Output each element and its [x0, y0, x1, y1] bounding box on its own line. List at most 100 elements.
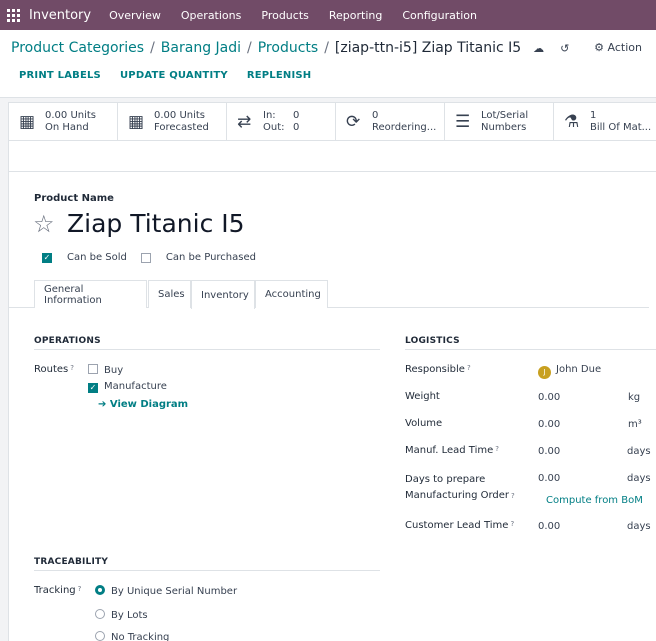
manuf-lead-time-field[interactable]: 0.00 [538, 446, 560, 457]
can-be-purchased-checkbox[interactable] [140, 252, 151, 263]
days-to-prepare-label: Days to prepare Manufacturing Order? [405, 474, 515, 501]
on-hand-value: 0.00 Units [45, 109, 97, 121]
print-labels-button[interactable]: PRINT LABELS [19, 70, 101, 81]
weight-label: Weight [405, 391, 440, 402]
compute-from-bom-button[interactable]: Compute from BoM [546, 495, 643, 506]
breadcrumb: Product Categories / Barang Jadi / Produ… [11, 40, 569, 56]
breadcrumb-item-categories[interactable]: Product Categories [11, 40, 144, 56]
volume-field[interactable]: 0.00 [538, 419, 560, 430]
breadcrumb-separator: / [150, 40, 155, 56]
traceability-title: TRACEABILITY [34, 557, 109, 567]
customer-lead-time-field[interactable]: 0.00 [538, 521, 560, 532]
help-icon[interactable]: ? [70, 364, 74, 372]
top-navbar: Inventory Overview Operations Products R… [0, 0, 656, 30]
reordering-stat-button[interactable]: ⟳ 0 Reordering... [336, 103, 445, 140]
days-to-prepare-field[interactable]: 0.00 [538, 473, 560, 484]
help-icon[interactable]: ? [495, 445, 499, 453]
reorder-label: Reordering... [372, 121, 437, 133]
menu-configuration[interactable]: Configuration [402, 9, 477, 22]
lot-serial-stat-button[interactable]: ☰ Lot/Serial Numbers [445, 103, 554, 140]
replenish-button[interactable]: REPLENISH [247, 70, 312, 81]
out-value: 0 [293, 121, 300, 133]
route-manufacture-option: ✓ Manufacture [88, 381, 167, 393]
help-icon[interactable]: ? [511, 492, 515, 500]
favorite-star-icon[interactable]: ☆ [33, 210, 67, 238]
menu-operations[interactable]: Operations [181, 9, 241, 22]
customer-lead-time-label: Customer Lead Time? [405, 520, 515, 531]
help-icon[interactable]: ? [510, 520, 514, 528]
tracking-option-lots[interactable]: By Lots [95, 609, 148, 621]
operations-divider [34, 349, 380, 350]
can-be-sold-checkbox[interactable]: ✓ [42, 252, 52, 263]
volume-unit: m³ [628, 419, 642, 430]
bom-stat-button[interactable]: ⚗ 1 Bill Of Mat... [554, 103, 656, 140]
tab-accounting[interactable]: Accounting [255, 280, 328, 308]
breadcrumb-separator: / [247, 40, 252, 56]
discard-icon[interactable]: ↺ [560, 42, 569, 55]
control-panel: Product Categories / Barang Jadi / Produ… [0, 30, 656, 98]
menu-reporting[interactable]: Reporting [329, 9, 382, 22]
product-name-label: Product Name [34, 193, 114, 204]
tab-general-information[interactable]: General Information [34, 280, 147, 308]
route-buy-label: Buy [104, 365, 124, 376]
product-name-field[interactable]: Ziap Titanic I5 [67, 209, 245, 238]
on-hand-label: On Hand [45, 121, 89, 133]
forecasted-stat-button[interactable]: ▦ 0.00 Units Forecasted [118, 103, 227, 140]
view-diagram-link[interactable]: ➔ View Diagram [98, 399, 188, 410]
smart-buttons: ▦ 0.00 Units On Hand ▦ 0.00 Units Forecast… [9, 103, 656, 141]
tracking-label: Tracking? [34, 585, 82, 596]
radio-icon [95, 631, 105, 641]
cubes-icon: ▦ [19, 111, 36, 132]
responsible-field[interactable]: J John Due [538, 364, 601, 379]
status-banner [9, 141, 656, 172]
route-buy-option: Buy [88, 364, 123, 376]
routes-label: Routes? [34, 364, 74, 375]
weight-field[interactable]: 0.00 [538, 392, 560, 403]
menu-overview[interactable]: Overview [109, 9, 161, 22]
exchange-icon: ⇄ [237, 111, 252, 132]
apps-menu-icon[interactable] [7, 8, 29, 22]
tracking-option-serial[interactable]: By Unique Serial Number [95, 585, 237, 597]
responsible-label: Responsible? [405, 364, 471, 375]
logistics-title: LOGISTICS [405, 336, 460, 346]
breadcrumb-separator: / [324, 40, 329, 56]
update-quantity-button[interactable]: UPDATE QUANTITY [120, 70, 228, 81]
action-menu-button[interactable]: ⚙ Action [594, 41, 642, 54]
action-label: Action [607, 41, 642, 54]
logistics-divider [405, 349, 656, 350]
tracking-option-none[interactable]: No Tracking [95, 631, 169, 641]
out-label: Out: [263, 121, 285, 133]
breadcrumb-current: [ziap-ttn-i5] Ziap Titanic I5 [334, 40, 522, 56]
route-manufacture-checkbox[interactable]: ✓ [88, 382, 98, 393]
on-hand-stat-button[interactable]: ▦ 0.00 Units On Hand [9, 103, 118, 140]
help-icon[interactable]: ? [78, 585, 82, 593]
lot-line1: Lot/Serial [481, 109, 529, 121]
forecast-label: Forecasted [154, 121, 209, 133]
operations-title: OPERATIONS [34, 336, 101, 346]
weight-unit: kg [628, 392, 641, 403]
manuf-lead-time-unit: days [627, 446, 651, 457]
form-sheet: ▦ 0.00 Units On Hand ▦ 0.00 Units Forecast… [8, 102, 656, 641]
form-tabs: General Information Sales Inventory Acco… [9, 280, 649, 309]
breadcrumb-item-products[interactable]: Products [258, 40, 318, 56]
gear-icon: ⚙ [594, 41, 605, 54]
arrow-right-icon: ➔ [98, 399, 107, 410]
flask-icon: ⚗ [564, 111, 580, 132]
cubes-icon: ▦ [128, 111, 145, 132]
menu-products[interactable]: Products [261, 9, 309, 22]
app-name[interactable]: Inventory [29, 8, 91, 23]
reorder-value: 0 [372, 109, 379, 121]
volume-label: Volume [405, 418, 443, 429]
help-icon[interactable]: ? [467, 364, 471, 372]
breadcrumb-item-barang-jadi[interactable]: Barang Jadi [161, 40, 241, 56]
tab-sales[interactable]: Sales [148, 280, 191, 308]
route-buy-checkbox[interactable] [88, 364, 98, 374]
forecast-value: 0.00 Units [154, 109, 206, 121]
manuf-lead-time-label: Manuf. Lead Time? [405, 445, 499, 456]
radio-selected-icon [95, 585, 105, 595]
cloud-save-icon[interactable]: ☁ [533, 42, 544, 55]
tab-inventory[interactable]: Inventory [191, 280, 255, 309]
customer-lead-time-unit: days [627, 521, 651, 532]
in-out-stat-button[interactable]: ⇄ In: 0 Out: 0 [227, 103, 336, 140]
bars-icon: ☰ [455, 111, 471, 132]
